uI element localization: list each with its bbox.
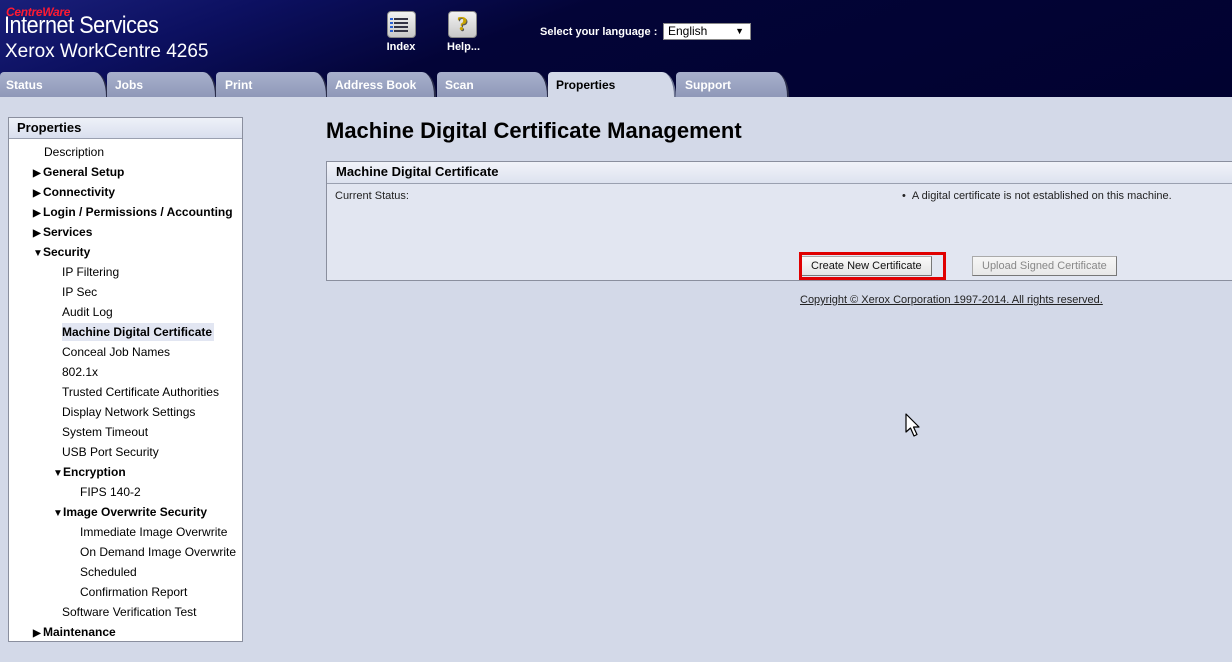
sidebar-item-login-permissions-accounting[interactable]: ▶ Login / Permissions / Accounting: [33, 203, 233, 221]
language-value: English: [668, 24, 708, 38]
triangle-right-icon: ▶: [33, 628, 41, 639]
sidebar-item-label: Image Overwrite Security: [63, 505, 208, 519]
sidebar-item-label: Maintenance: [43, 625, 116, 639]
sidebar-item-label: USB Port Security: [62, 445, 159, 459]
tab-status[interactable]: Status: [0, 72, 108, 97]
tab-support[interactable]: Support: [676, 72, 789, 97]
sidebar-item-label: Encryption: [63, 465, 126, 479]
sidebar-item-label: System Timeout: [62, 425, 149, 439]
sidebar-item-immediate-image-overwrite[interactable]: Immediate Image Overwrite: [80, 523, 227, 541]
triangle-right-icon: ▶: [33, 168, 41, 179]
sidebar-item-802-1x[interactable]: 802.1x: [62, 363, 98, 381]
sidebar-title: Properties: [9, 118, 242, 139]
tab-jobs[interactable]: Jobs: [107, 72, 217, 97]
sidebar-item-software-verification-test[interactable]: Software Verification Test: [62, 603, 197, 621]
sidebar-item-label: General Setup: [43, 165, 125, 179]
sidebar-item-encryption[interactable]: ▼Encryption: [53, 463, 126, 481]
tab-print[interactable]: Print: [216, 72, 328, 97]
highlight-outline: [799, 252, 946, 280]
brand-title: Internet Services: [4, 12, 159, 39]
chevron-down-icon: ▼: [735, 26, 744, 36]
sidebar-item-services[interactable]: ▶ Services: [33, 223, 92, 241]
sidebar-item-on-demand-image-overwrite[interactable]: On Demand Image Overwrite: [80, 543, 236, 561]
sidebar-item-label: Software Verification Test: [62, 605, 197, 619]
status-message: • A digital certificate is not establishe…: [902, 190, 1172, 202]
sidebar-item-label: Immediate Image Overwrite: [80, 525, 228, 539]
triangle-right-icon: ▶: [33, 228, 41, 239]
tab-address-book[interactable]: Address Book: [327, 72, 436, 97]
sidebar-item-audit-log[interactable]: Audit Log: [62, 303, 113, 321]
sidebar-item-label: Confirmation Report: [80, 585, 188, 599]
main-tabs: Status Jobs Print Address Book Scan Prop…: [0, 72, 1232, 97]
sidebar-item-ip-sec[interactable]: IP Sec: [62, 283, 97, 301]
sidebar-item-label: FIPS 140-2: [80, 485, 141, 499]
sidebar-item-label: Scheduled: [80, 565, 137, 579]
triangle-down-icon: ▼: [53, 468, 63, 479]
sidebar-item-general-setup[interactable]: ▶ General Setup: [33, 163, 124, 181]
sidebar-item-label: Conceal Job Names: [62, 345, 171, 359]
certificate-panel: Machine Digital Certificate Current Stat…: [326, 161, 1232, 281]
language-select[interactable]: English ▼: [663, 23, 751, 40]
index-button[interactable]: Index: [386, 11, 416, 53]
panel-title: Machine Digital Certificate: [327, 162, 1232, 184]
sidebar-item-label: Audit Log: [62, 305, 113, 319]
help-button[interactable]: ? Help...: [447, 11, 481, 53]
triangle-right-icon: ▶: [33, 188, 41, 199]
sidebar-item-machine-digital-certificate[interactable]: Machine Digital Certificate: [62, 323, 215, 341]
sidebar-item-display-network-settings[interactable]: Display Network Settings: [62, 403, 195, 421]
sidebar-item-connectivity[interactable]: ▶ Connectivity: [33, 183, 115, 201]
sidebar-item-maintenance[interactable]: ▶ Maintenance: [33, 623, 116, 641]
current-status-label: Current Status:: [335, 190, 409, 202]
sidebar-item-fips-140-2[interactable]: FIPS 140-2: [80, 483, 141, 501]
sidebar-item-label: On Demand Image Overwrite: [80, 545, 237, 559]
sidebar-item-scheduled[interactable]: Scheduled: [80, 563, 137, 581]
tab-scan[interactable]: Scan: [437, 72, 549, 97]
sidebar-item-usb-port-security[interactable]: USB Port Security: [62, 443, 159, 461]
sidebar-item-image-overwrite-security[interactable]: ▼Image Overwrite Security: [53, 503, 207, 521]
mouse-cursor-icon: [905, 413, 923, 442]
index-icon: [386, 11, 416, 38]
triangle-right-icon: ▶: [33, 208, 41, 219]
sidebar-item-label: Description: [44, 145, 105, 159]
sidebar-item-security[interactable]: ▼Security: [33, 243, 90, 261]
sidebar-item-description[interactable]: Description: [44, 143, 104, 161]
sidebar-item-ip-filtering[interactable]: IP Filtering: [62, 263, 119, 281]
copyright-link[interactable]: Copyright © Xerox Corporation 1997-2014.…: [800, 294, 1103, 306]
tab-properties[interactable]: Properties: [548, 72, 676, 97]
sidebar-item-label: Display Network Settings: [62, 405, 196, 419]
sidebar-item-conceal-job-names[interactable]: Conceal Job Names: [62, 343, 170, 361]
sidebar-item-trusted-certificate-authorities[interactable]: Trusted Certificate Authorities: [62, 383, 219, 401]
triangle-down-icon: ▼: [33, 248, 43, 259]
help-icon: ?: [447, 11, 477, 38]
sidebar-item-label: IP Sec: [62, 285, 98, 299]
sidebar-item-confirmation-report[interactable]: Confirmation Report: [80, 583, 187, 601]
sidebar-item-label: IP Filtering: [62, 265, 120, 279]
sidebar-item-label: Security: [43, 245, 91, 259]
status-message-text: A digital certificate is not established…: [911, 190, 1172, 202]
triangle-down-icon: ▼: [53, 508, 63, 519]
device-model: Xerox WorkCentre 4265: [5, 41, 209, 62]
header: CentreWare Internet Services Xerox WorkC…: [0, 0, 1232, 97]
help-label: Help...: [447, 41, 481, 53]
bullet-icon: •: [902, 190, 906, 202]
upload-signed-certificate-button[interactable]: Upload Signed Certificate: [972, 256, 1117, 276]
sidebar: Properties Description ▶ General Setup ▶ Con…: [8, 117, 243, 642]
page-title: Machine Digital Certificate Management: [326, 118, 742, 143]
index-label: Index: [386, 41, 416, 53]
sidebar-item-label: Services: [43, 225, 93, 239]
sidebar-item-system-timeout[interactable]: System Timeout: [62, 423, 148, 441]
sidebar-item-label: 802.1x: [62, 365, 99, 379]
sidebar-item-label: Login / Permissions / Accounting: [43, 205, 233, 219]
sidebar-item-label: Connectivity: [43, 185, 116, 199]
sidebar-item-label: Trusted Certificate Authorities: [62, 385, 219, 399]
sidebar-item-label: Machine Digital Certificate: [62, 325, 213, 339]
language-label: Select your language :: [540, 26, 658, 38]
